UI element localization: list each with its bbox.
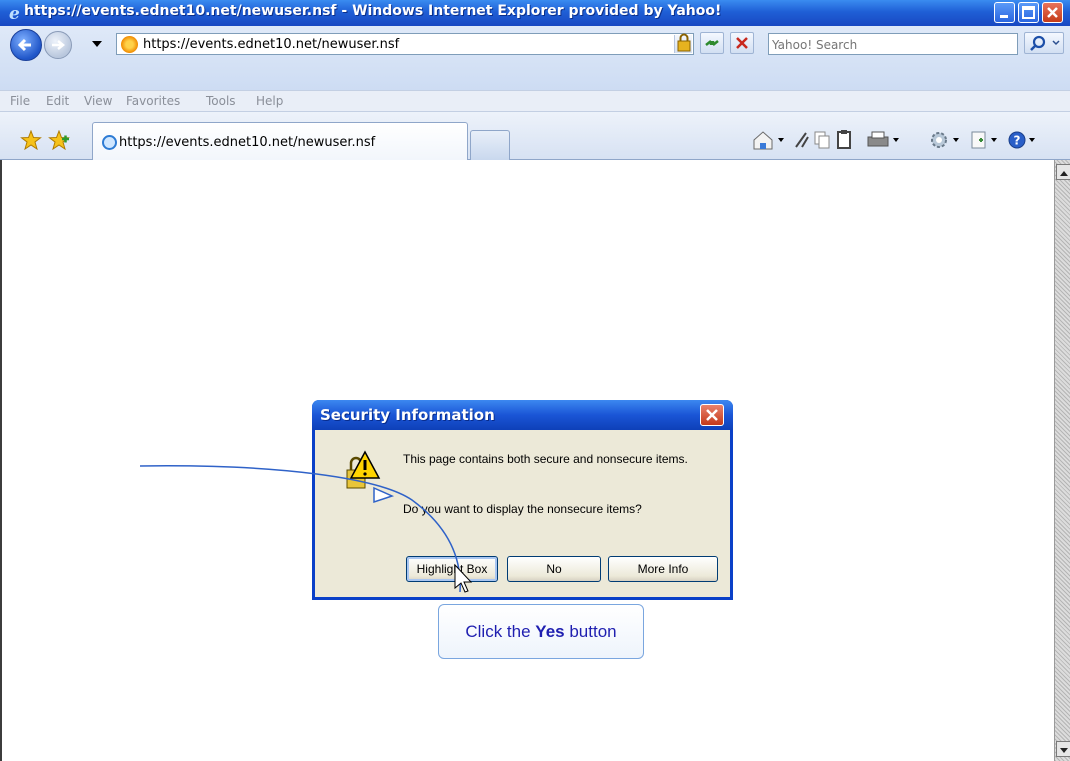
page-icon[interactable] [968, 129, 1002, 151]
close-icon [1047, 7, 1058, 18]
menu-help[interactable]: Help [256, 94, 283, 108]
tab-bar: https://events.ednet10.net/newuser.nsf ? [0, 112, 1070, 160]
dialog-title-bar: Security Information [312, 400, 733, 430]
help-icon[interactable]: ? [1006, 129, 1040, 151]
navigation-bar: https://events.ednet10.net/newuser.nsf [0, 26, 1070, 90]
add-favorites-icon[interactable] [48, 130, 70, 150]
callout-prefix: Click the [465, 622, 536, 641]
minimize-button[interactable] [994, 2, 1015, 23]
address-url: https://events.ednet10.net/newuser.nsf [143, 37, 400, 52]
chevron-down-icon [1060, 748, 1068, 753]
callout-emphasis: Yes [535, 622, 565, 641]
maximize-button[interactable] [1018, 2, 1039, 23]
security-dialog: Security Information This page contains … [312, 400, 733, 600]
refresh-icon [705, 40, 719, 46]
close-icon [706, 409, 718, 421]
svg-text:?: ? [1014, 134, 1021, 148]
dialog-title: Security Information [320, 406, 495, 424]
close-button[interactable] [1042, 2, 1063, 23]
new-tab-button[interactable] [470, 130, 510, 160]
search-icon [1030, 35, 1060, 51]
scroll-up-button[interactable] [1056, 164, 1070, 180]
lock-icon[interactable] [674, 32, 694, 54]
tools-gear-icon[interactable] [928, 129, 964, 151]
menu-bar: File Edit View Favorites Tools Help [0, 90, 1070, 112]
search-button[interactable] [1024, 32, 1064, 54]
back-button[interactable] [10, 29, 42, 61]
maximize-icon [1022, 6, 1035, 19]
stop-button[interactable] [730, 32, 754, 54]
search-field[interactable] [768, 33, 1018, 55]
security-warning-icon [346, 450, 381, 489]
ie-logo-icon: e [9, 4, 20, 21]
dialog-message: This page contains both secure and nonse… [403, 452, 688, 466]
svg-text:e: e [9, 4, 20, 21]
callout-suffix: button [564, 622, 617, 641]
tab-title: https://events.ednet10.net/newuser.nsf [119, 135, 376, 150]
research-icon[interactable] [792, 129, 812, 151]
menu-view[interactable]: View [84, 94, 112, 108]
history-dropdown-icon[interactable] [91, 39, 103, 49]
search-input[interactable] [772, 36, 1016, 54]
minimize-icon [1000, 15, 1008, 18]
title-bar: e https://events.ednet10.net/newuser.nsf… [0, 0, 1070, 26]
stop-icon [736, 37, 748, 49]
page-loading-icon [102, 135, 117, 150]
favorites-star-icon[interactable] [20, 130, 42, 150]
dialog-close-button[interactable] [700, 404, 724, 426]
menu-tools[interactable]: Tools [206, 94, 236, 108]
menu-file[interactable]: File [10, 94, 30, 108]
print-icon[interactable] [866, 129, 902, 151]
scroll-down-button[interactable] [1056, 741, 1070, 757]
home-icon[interactable] [752, 129, 786, 151]
no-button[interactable]: No [507, 556, 601, 582]
refresh-button[interactable] [700, 32, 724, 54]
dialog-question: Do you want to display the nonsecure ite… [403, 502, 642, 516]
back-arrow-icon [17, 38, 31, 52]
tutorial-callout: Click the Yes button [438, 604, 644, 659]
more-info-button[interactable]: More Info [608, 556, 718, 582]
chevron-up-icon [1060, 171, 1068, 176]
tab-current[interactable]: https://events.ednet10.net/newuser.nsf [92, 122, 468, 160]
yes-button[interactable]: Highlight Box [406, 556, 498, 582]
address-field[interactable]: https://events.ednet10.net/newuser.nsf [116, 33, 694, 55]
paste-icon[interactable] [834, 129, 854, 151]
site-favicon-icon [121, 36, 138, 53]
copy-icon[interactable] [812, 129, 832, 151]
menu-favorites[interactable]: Favorites [126, 94, 180, 108]
dialog-body: This page contains both secure and nonse… [315, 430, 730, 597]
menu-edit[interactable]: Edit [46, 94, 69, 108]
forward-button[interactable] [44, 31, 72, 59]
ie-window: e https://events.ednet10.net/newuser.nsf… [0, 0, 1070, 761]
forward-arrow-icon [52, 40, 66, 50]
window-title: https://events.ednet10.net/newuser.nsf -… [24, 3, 722, 19]
vertical-scrollbar[interactable] [1054, 160, 1070, 761]
